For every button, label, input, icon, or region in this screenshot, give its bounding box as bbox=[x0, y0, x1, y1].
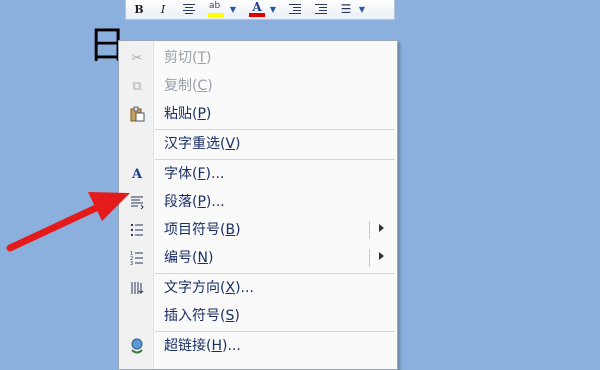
arrow-shaft bbox=[6, 203, 102, 252]
annotation-arrow bbox=[6, 192, 130, 252]
